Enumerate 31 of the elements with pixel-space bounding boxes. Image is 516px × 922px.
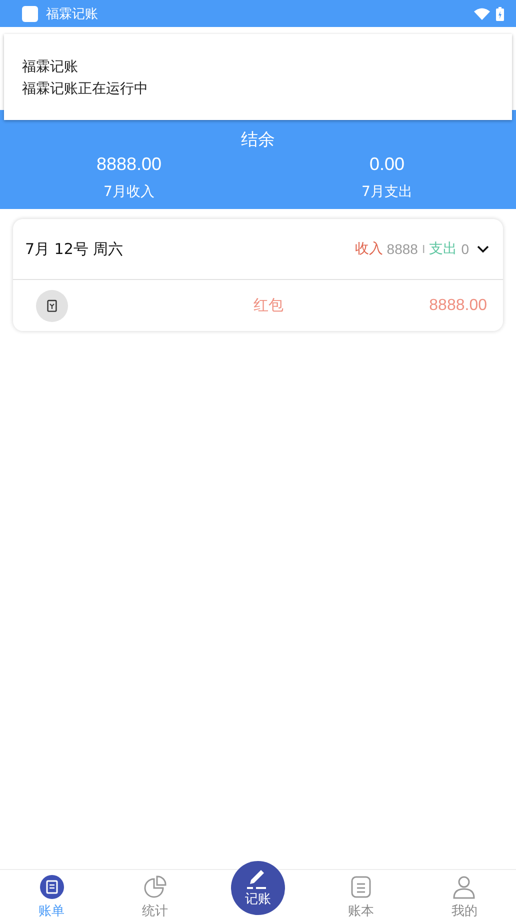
- envelope-icon: [36, 290, 68, 322]
- day-date: 7月 12号 周六: [25, 240, 124, 258]
- user-icon: [452, 875, 476, 899]
- income-label: 收入: [354, 240, 383, 258]
- pie-chart-icon: [142, 875, 167, 899]
- summary-label: 7月收入: [104, 183, 154, 201]
- nav-tab[interactable]: 账本: [310, 870, 413, 922]
- nav-tab[interactable]: 账单: [0, 870, 104, 922]
- entry-amount: 8888.00: [429, 296, 487, 314]
- nav-tab[interactable]: 我的: [412, 870, 516, 922]
- app-icon: [22, 6, 38, 22]
- separator: I: [422, 242, 426, 256]
- expense-total: 0: [461, 241, 469, 257]
- summary-amount: 8888.00: [96, 154, 162, 175]
- notification-text: 福霖记账正在运行中: [22, 80, 149, 99]
- chevron-icon[interactable]: [477, 245, 489, 253]
- document-icon: [40, 875, 64, 899]
- summary-label: 7月支出: [362, 183, 412, 201]
- income-total: 8888: [386, 241, 418, 257]
- entry-category: 红包: [252, 296, 285, 315]
- wifi-icon: [474, 8, 490, 20]
- summary-amount: 0.00: [369, 154, 405, 175]
- record-button[interactable]: 记账: [230, 861, 285, 915]
- battery-icon: [496, 6, 504, 20]
- book-icon: [349, 875, 374, 899]
- balance-title: 结余: [240, 129, 276, 151]
- expense-label: 支出: [429, 240, 458, 258]
- status-app-name: 福霖记账: [46, 6, 98, 22]
- nav-tab[interactable]: 统计: [103, 870, 206, 922]
- notification-title: 福霖记账: [22, 58, 79, 77]
- notification-card[interactable]: 福霖记账 福霖记账正在运行中: [4, 34, 512, 120]
